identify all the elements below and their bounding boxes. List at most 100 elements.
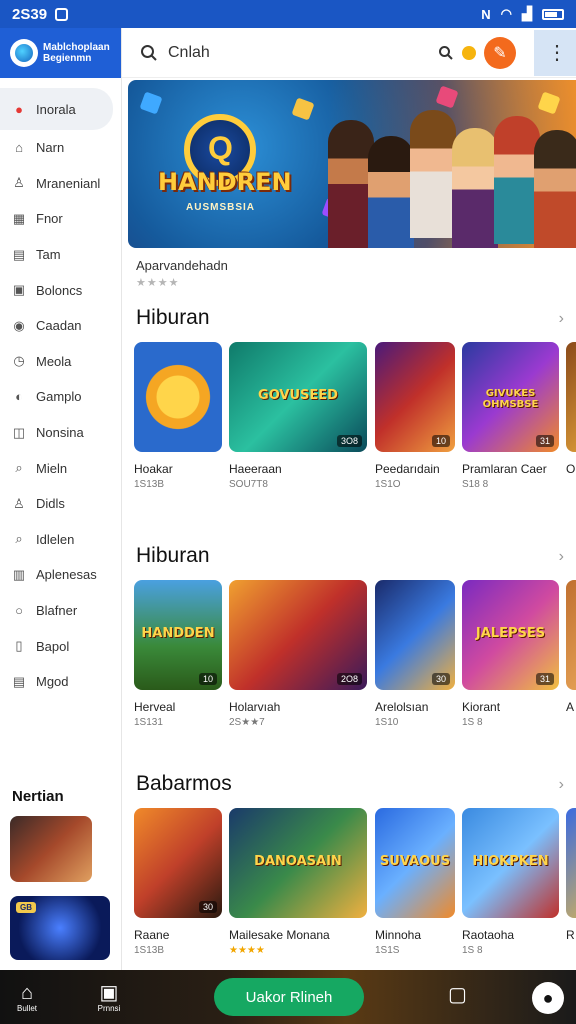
sidebar-item[interactable]: ● Inorala [0, 88, 113, 130]
sidebar: Mablchoplaan Begienmn ● Inorala ⌂ Narn ♙ Mran… [0, 28, 122, 970]
card-row: HANDDEN 10 Herveal 1S131 2O8 Holarvıah 2S★★7 30… [134, 580, 576, 756]
sidebar-item[interactable]: ◐ Gamplo [0, 379, 121, 415]
sidebar-item[interactable]: ▣ Boloncs [0, 272, 121, 308]
user-icon: ♙ [13, 495, 25, 511]
game-thumbnail: 30 [375, 580, 455, 690]
book-icon: ▯ [15, 638, 23, 654]
sidebar-item[interactable]: ▤ Tam [0, 237, 121, 273]
sidebar-item[interactable]: ◷ Meola [0, 344, 121, 380]
sidebar-item[interactable]: ◉ Caadan [0, 308, 121, 344]
sidebar-item-label: Blafner [36, 603, 78, 619]
sidebar-item-label: Mieln [36, 460, 68, 476]
game-name: Minnoha [375, 928, 422, 942]
brand-line1: Mablchoplaan [43, 42, 110, 53]
nav-home[interactable]: ⌂ Bullet [0, 982, 54, 1013]
search-small-icon[interactable] [438, 45, 454, 61]
sidebar-item-label: Bapol [36, 638, 70, 654]
hero-logo-subtext: AUSMSBSIA [186, 202, 256, 213]
nfc-icon: N [481, 6, 491, 22]
profile-avatar[interactable]: ● [532, 982, 564, 1014]
game-card[interactable]: 10 Peedarıdain 1S1O [375, 342, 455, 490]
edit-button[interactable]: ✎ [484, 36, 516, 69]
hero-banner[interactable]: Q HANDREN AUSMSBSIA [128, 80, 576, 248]
sidebar-item[interactable]: ⌂ Narn [0, 130, 121, 166]
coin-icon[interactable] [462, 45, 476, 60]
game-card[interactable]: GIVUKES OHMSBSE 31 Pramlaran Caer S18 8 [462, 342, 559, 490]
sidebar-thumbnail[interactable]: GB [10, 896, 110, 960]
game-name: Pramlaran Caer [462, 462, 547, 476]
sidebar-item[interactable]: ◫ Nonsina [0, 415, 121, 451]
game-card[interactable]: DANOASAIN Mailesake Monana ★★★★ [229, 808, 367, 956]
sidebar-item[interactable]: ♙ Didls [0, 486, 121, 522]
sidebar-item[interactable]: ▥ Aplenesas [0, 557, 121, 593]
chart-icon: ▤ [12, 246, 26, 262]
store-icon: ▥ [12, 566, 26, 582]
card-row: 30 Raane 1S13B DANOASAIN Mailesake Monana ★★★… [134, 808, 576, 970]
game-thumbnail [566, 580, 576, 690]
chevron-right-icon[interactable]: › [559, 776, 564, 794]
game-card[interactable]: A [566, 580, 576, 717]
sidebar-item[interactable]: ▤ Mgod [0, 664, 121, 700]
list-icon: ▤ [12, 673, 26, 689]
sidebar-item[interactable]: ○ Blafner [0, 593, 121, 629]
gem-icon [537, 91, 561, 115]
sidebar-item-label: Narn [36, 140, 65, 156]
sidebar-item[interactable]: ▯ Bapol [0, 628, 121, 664]
game-name: Raane [134, 928, 170, 942]
game-thumbnail: GIVUKES OHMSBSE 31 [462, 342, 559, 452]
person-icon: ● [542, 987, 554, 1008]
sidebar-thumbnail[interactable] [10, 816, 92, 882]
game-card[interactable]: JALEPSES 31 Kiorant 1S 8 [462, 580, 559, 728]
game-thumbnail [566, 808, 576, 918]
sidebar-item-label: Caadan [36, 318, 82, 334]
game-card[interactable]: 2O8 Holarvıah 2S★★7 [229, 580, 367, 728]
search-bar[interactable] [122, 28, 438, 77]
brand-logo [10, 39, 38, 67]
game-card[interactable]: HIOKPKEN Raotaoha 1S 8 [462, 808, 559, 956]
game-name: Raotaoha [462, 928, 515, 942]
game-card[interactable]: 30 Raane 1S13B [134, 808, 222, 956]
game-meta: S18 8 [462, 479, 489, 490]
sidebar-item-label: Nonsina [36, 425, 84, 441]
game-name: Haeeraan [229, 462, 282, 476]
chat-icon[interactable]: ▢ [448, 982, 467, 1007]
sidebar-item[interactable]: ♙ Mranenianl [0, 166, 121, 202]
chevron-right-icon[interactable]: › [559, 548, 564, 566]
heart-icon: ● [15, 101, 23, 117]
game-card[interactable]: O [566, 342, 576, 479]
sidebar-item[interactable]: ⌕ Mieln [0, 450, 121, 486]
game-card[interactable]: HANDDEN 10 Herveal 1S131 [134, 580, 222, 728]
more-menu-button[interactable]: ⋮ [534, 29, 576, 76]
game-card[interactable]: SUVAOUS Minnoha 1S1S [375, 808, 455, 956]
game-card[interactable]: 30 Arelolsıan 1S10 [375, 580, 455, 728]
card-badge: 2O8 [336, 673, 362, 685]
kebab-icon: ⋮ [547, 42, 567, 64]
game-card[interactable]: R [566, 808, 576, 945]
status-time-group: 2S39 [12, 6, 481, 23]
card-badge: 31 [535, 673, 554, 685]
card-badge: 3O8 [336, 435, 362, 447]
game-thumbnail [134, 342, 222, 452]
game-card[interactable]: GOVUSEED 3O8 Haeeraan SOU7T8 [229, 342, 367, 490]
game-meta: 1S13B [134, 945, 165, 956]
main-content: Q HANDREN AUSMSBSIA Aparvandehadn ★★★★ H… [122, 78, 576, 970]
sidebar-section-title: Nertian [12, 788, 64, 805]
sidebar-item[interactable]: ▦ Fnor [0, 201, 121, 237]
primary-cta-button[interactable]: Uakor Rlineh [214, 978, 364, 1016]
sidebar-item-label: Fnor [36, 211, 63, 227]
search-input[interactable] [168, 43, 438, 62]
sidebar-item-label: Mgod [36, 674, 69, 690]
chevron-right-icon[interactable]: › [559, 310, 564, 328]
hero-title[interactable]: Aparvandehadn [136, 258, 228, 273]
clock-icon: ◷ [13, 353, 25, 369]
game-meta: 1S10 [375, 717, 399, 728]
sidebar-item-label: Idlelen [36, 531, 75, 547]
sidebar-item[interactable]: ⌕ Idlelen [0, 522, 121, 558]
section-title: Hiburan [136, 306, 210, 329]
game-card[interactable]: Hoakar 1S13B [134, 342, 222, 490]
brand-header[interactable]: Mablchoplaan Begienmn [0, 28, 121, 78]
game-meta: 1S 8 [462, 717, 483, 728]
nav-games[interactable]: ▣ Prnnsi [82, 982, 136, 1013]
status-time: 2S39 [12, 5, 48, 23]
game-thumbnail: JALEPSES 31 [462, 580, 559, 690]
